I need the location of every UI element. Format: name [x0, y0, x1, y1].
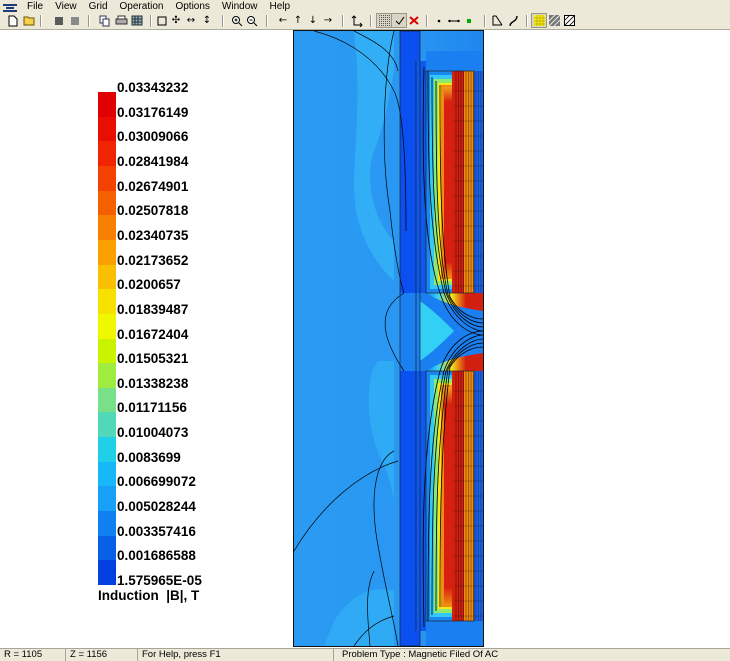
new-file-icon[interactable] — [6, 14, 20, 27]
legend-color-swatch — [98, 387, 116, 413]
legend-color-swatch — [98, 239, 116, 266]
legend-value-label: 0.02340735 — [117, 227, 189, 243]
diagonal-hatch-icon[interactable] — [562, 14, 576, 27]
legend-value-label: 0.01672404 — [117, 326, 189, 342]
status-bar: R = 1105 Z = 1156 For Help, press F1 Pro… — [0, 648, 730, 661]
legend-value-label: 0.02674901 — [117, 178, 189, 194]
dark-square-icon[interactable] — [52, 14, 66, 27]
legend-value-label: 0.01338238 — [117, 375, 189, 391]
open-file-icon[interactable] — [22, 14, 36, 27]
vertical-arrows-icon[interactable]: ↕ — [200, 14, 214, 27]
horizontal-arrows-icon[interactable]: ↔ — [184, 14, 198, 27]
legend-value-label: 0.01505321 — [117, 351, 189, 367]
legend-color-swatch — [98, 215, 116, 241]
legend-color-swatch — [98, 486, 116, 512]
legend-value-label: 0.02173652 — [117, 252, 189, 268]
menu-operation[interactable]: Operation — [114, 0, 170, 13]
legend-color-swatch — [98, 437, 116, 463]
legend-color-swatch — [98, 92, 116, 118]
status-help-text: For Help, press F1 — [138, 649, 334, 661]
dot-icon[interactable] — [432, 14, 446, 27]
legend-color-swatch — [98, 511, 116, 537]
legend-color-swatch — [98, 289, 116, 315]
legend-color-swatch — [98, 264, 116, 290]
legend-value-label: 0.03176149 — [117, 104, 189, 120]
hatched-icon[interactable] — [547, 14, 561, 27]
toolbar: ✣ ↔ ↕ ← ↑ ↓ → — [0, 13, 730, 30]
mesh-icon[interactable] — [490, 14, 504, 27]
gray-square-icon[interactable] — [68, 14, 82, 27]
field-plot-svg — [294, 31, 483, 646]
arrow-up-icon[interactable]: ↑ — [291, 14, 305, 27]
table-icon[interactable] — [130, 14, 144, 27]
menu-view[interactable]: View — [49, 0, 83, 13]
menu-file[interactable]: File — [21, 0, 49, 13]
legend-title: Induction |B|, T — [98, 588, 200, 603]
status-z-coordinate: Z = 1156 — [66, 649, 138, 661]
red-cross-icon[interactable] — [407, 14, 421, 27]
move-icon[interactable]: ✣ — [169, 14, 183, 27]
legend-color-swatch — [98, 461, 116, 487]
legend-value-label: 0.001686588 — [117, 548, 196, 564]
legend-value-label: 0.01839487 — [117, 301, 189, 317]
legend-value-label: 1.575965E-05 — [117, 573, 202, 588]
status-r-coordinate: R = 1105 — [0, 649, 66, 661]
legend-color-swatch — [98, 535, 116, 561]
arrow-right-icon[interactable]: → — [321, 14, 335, 27]
legend-color-swatch — [98, 190, 116, 216]
menu-help[interactable]: Help — [264, 0, 297, 13]
legend-value-label: 0.0083699 — [117, 449, 181, 465]
legend-color-swatch — [98, 560, 116, 586]
legend-color-swatch — [98, 338, 116, 364]
legend-color-swatch — [98, 313, 116, 339]
legend-value-label: 0.0200657 — [117, 277, 181, 293]
menu-grid[interactable]: Grid — [83, 0, 114, 13]
legend-color-swatch — [98, 363, 116, 389]
legend-value-label: 0.02841984 — [117, 153, 189, 169]
legend-color-swatch — [98, 141, 116, 167]
field-plot[interactable] — [293, 30, 484, 647]
zoom-out-icon[interactable] — [245, 14, 259, 27]
curve-icon[interactable] — [506, 14, 520, 27]
legend-value-label: 0.02507818 — [117, 203, 189, 219]
axes-icon[interactable] — [350, 14, 364, 27]
line-icon[interactable] — [447, 14, 461, 27]
legend-color-swatch — [98, 165, 116, 192]
grid-dots-icon[interactable] — [376, 13, 392, 28]
menu-options[interactable]: Options — [169, 0, 215, 13]
status-problem-type: Problem Type : Magnetic Filed Of AC — [342, 649, 499, 660]
copy-icon[interactable] — [98, 14, 112, 27]
legend-color-swatch — [98, 412, 116, 438]
app-icon[interactable] — [3, 2, 17, 12]
legend-value-label: 0.003357416 — [117, 523, 196, 539]
select-box-icon[interactable] — [155, 14, 169, 27]
check-icon[interactable] — [391, 13, 407, 28]
legend-value-label: 0.005028244 — [117, 499, 196, 515]
legend-value-label: 0.01171156 — [117, 400, 187, 416]
menu-window[interactable]: Window — [216, 0, 264, 13]
legend-value-label: 0.03343232 — [117, 80, 189, 95]
menu-bar: File View Grid Operation Options Window … — [0, 0, 730, 13]
zoom-in-icon[interactable] — [230, 14, 244, 27]
legend-color-bar — [98, 92, 116, 586]
yellow-grid-icon[interactable] — [531, 13, 547, 28]
arrow-left-icon[interactable]: ← — [276, 14, 290, 27]
legend-color-swatch — [98, 116, 116, 142]
legend-value-label: 0.006699072 — [117, 474, 196, 490]
print-icon[interactable] — [114, 14, 128, 27]
legend-value-label: 0.01004073 — [117, 425, 189, 441]
arrow-down-icon[interactable]: ↓ — [306, 14, 320, 27]
legend-value-label: 0.03009066 — [117, 129, 189, 145]
green-point-icon[interactable] — [462, 14, 476, 27]
